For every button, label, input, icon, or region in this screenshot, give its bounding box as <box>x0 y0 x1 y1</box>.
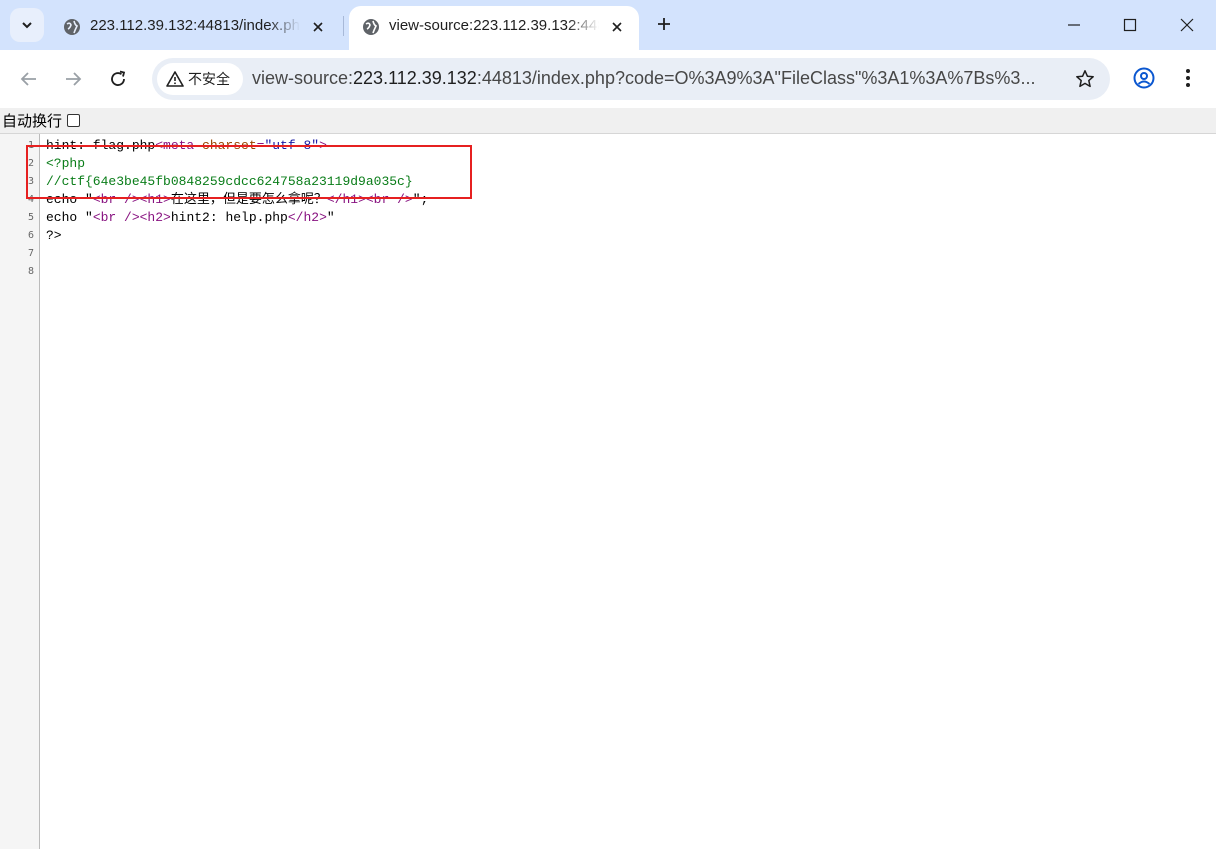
line-wrap-label: 自动换行 <box>2 112 63 130</box>
tab-view-source[interactable]: view-source:223.112.39.132:44813/index.p… <box>349 6 639 50</box>
maximize-icon <box>1123 18 1137 32</box>
line-number: 7 <box>27 248 34 259</box>
warning-icon <box>166 70 184 88</box>
tab-search-button[interactable] <box>10 8 44 42</box>
echo-keyword: echo " <box>46 210 93 225</box>
tab-divider <box>343 16 344 36</box>
source-line-6: ?> <box>46 228 62 243</box>
minimize-button[interactable] <box>1057 8 1091 42</box>
line-wrap-bar: 自动换行 <box>0 108 1216 134</box>
window-close-button[interactable] <box>1170 8 1204 42</box>
menu-button[interactable] <box>1172 62 1204 94</box>
globe-icon <box>361 17 381 37</box>
plus-icon <box>658 18 670 30</box>
reload-button[interactable] <box>101 62 135 96</box>
tab-title: 223.112.39.132:44813/index.php <box>90 17 300 34</box>
maximize-button[interactable] <box>1113 8 1147 42</box>
br-tag: <br /> <box>92 210 140 225</box>
line-number: 8 <box>27 266 34 277</box>
source-line-8 <box>46 263 1196 281</box>
close-icon <box>1180 18 1194 32</box>
globe-icon <box>62 17 82 37</box>
h2-text: hint2: help.php <box>170 210 288 225</box>
more-vertical-icon <box>1186 69 1190 87</box>
security-chip[interactable]: 不安全 <box>157 63 243 95</box>
address-bar[interactable]: 不安全 view-source:223.112.39.132:44813/ind… <box>152 58 1110 100</box>
minimize-icon <box>1068 24 1080 26</box>
account-icon <box>1133 67 1155 89</box>
security-label: 不安全 <box>188 72 230 88</box>
echo-end: " <box>326 210 335 225</box>
reload-icon <box>111 70 126 86</box>
h2-close-tag: </h2> <box>287 210 327 225</box>
url-rest: :44813/index.php?code=O%3A9%3A"FileClass… <box>476 68 1036 88</box>
tab-title: view-source:223.112.39.132:44813/index.p… <box>389 17 599 34</box>
bookmark-star-icon[interactable] <box>1074 68 1096 90</box>
tab-strip: 223.112.39.132:44813/index.php view-sour… <box>0 0 1216 50</box>
url-host: 223.112.39.132 <box>353 68 477 88</box>
back-button[interactable] <box>12 62 46 96</box>
annotation-highlight-box <box>26 145 472 199</box>
line-wrap-checkbox[interactable] <box>67 114 81 127</box>
source-line-7 <box>46 245 1196 263</box>
line-number: 6 <box>27 230 34 241</box>
source-line-5: echo "<br /><h2>hint2: help.php</h2>" <box>46 209 1196 227</box>
tab-index[interactable]: 223.112.39.132:44813/index.php <box>50 6 340 50</box>
forward-button[interactable] <box>56 62 90 96</box>
arrow-right-icon <box>66 72 82 86</box>
chevron-down-icon <box>22 22 32 29</box>
line-number: 5 <box>27 212 34 223</box>
h2-open-tag: <h2> <box>139 210 171 225</box>
new-tab-button[interactable] <box>650 10 678 38</box>
profile-button[interactable] <box>1128 62 1160 94</box>
url-text[interactable]: view-source:223.112.39.132:44813/index.p… <box>252 68 1072 89</box>
url-prefix: view-source: <box>252 68 354 88</box>
browser-toolbar: 不安全 view-source:223.112.39.132:44813/ind… <box>0 50 1216 108</box>
close-icon[interactable] <box>308 17 328 37</box>
arrow-left-icon <box>20 72 36 86</box>
close-icon[interactable] <box>607 17 627 37</box>
